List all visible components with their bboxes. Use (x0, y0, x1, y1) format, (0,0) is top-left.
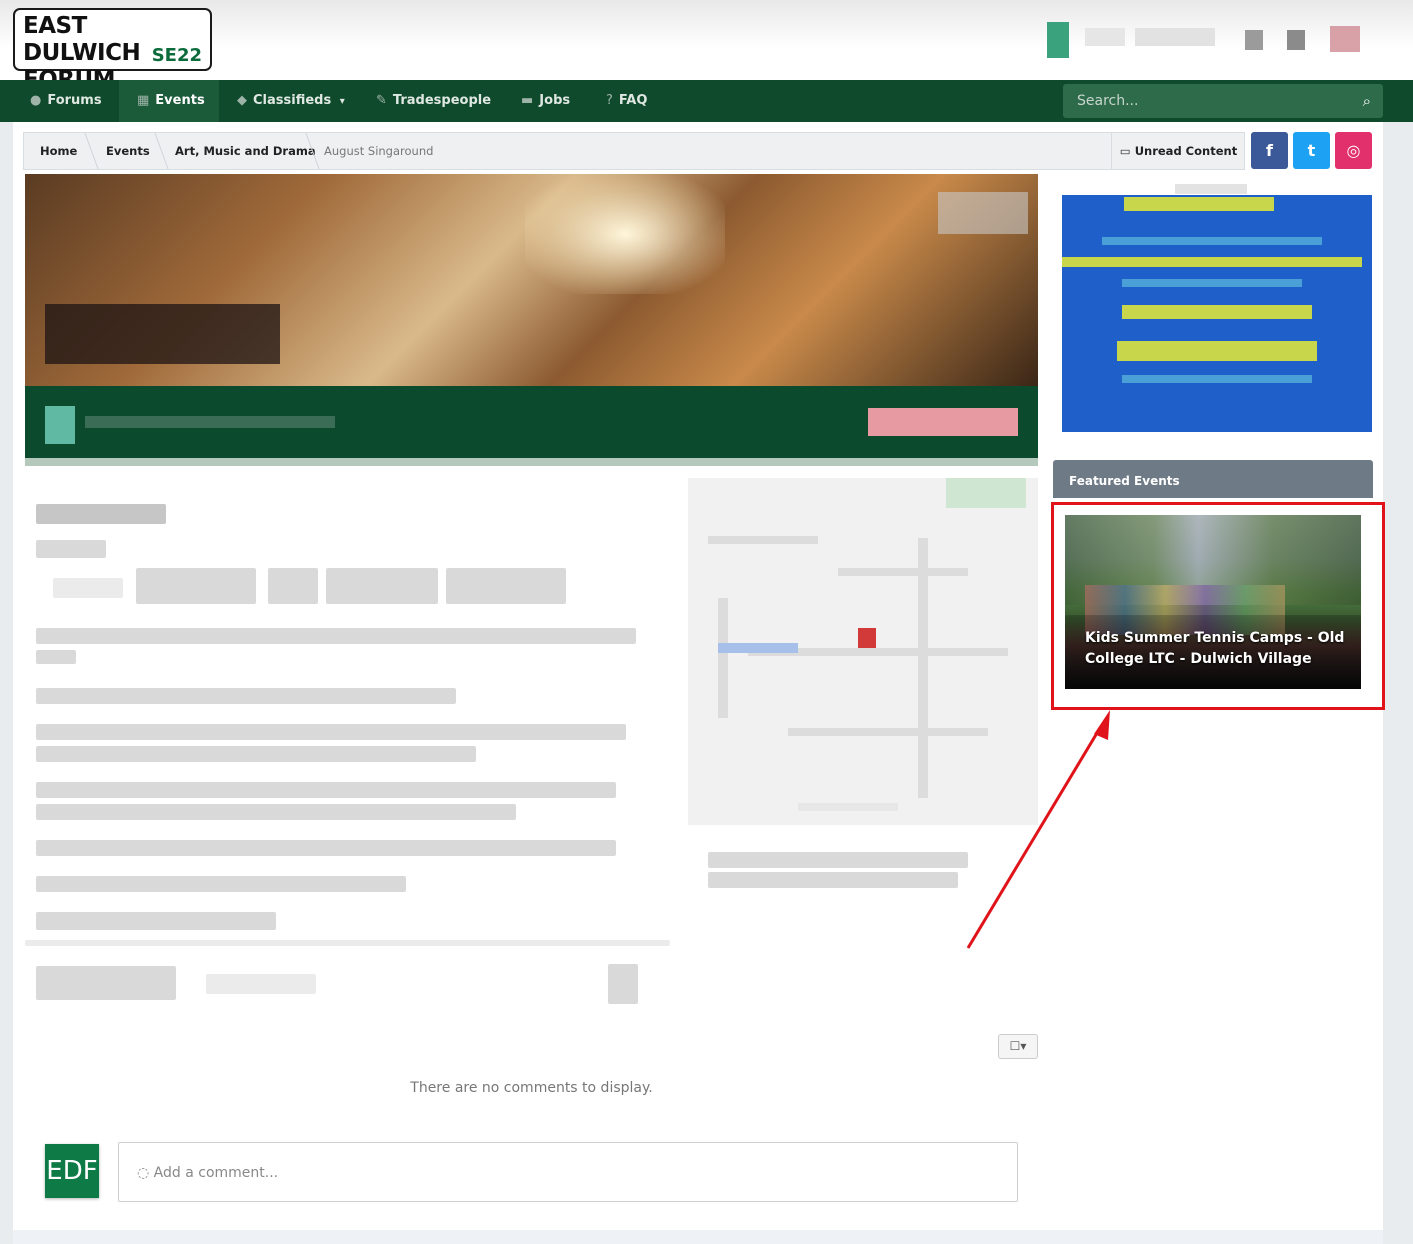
annotation-arrow (966, 710, 1110, 949)
